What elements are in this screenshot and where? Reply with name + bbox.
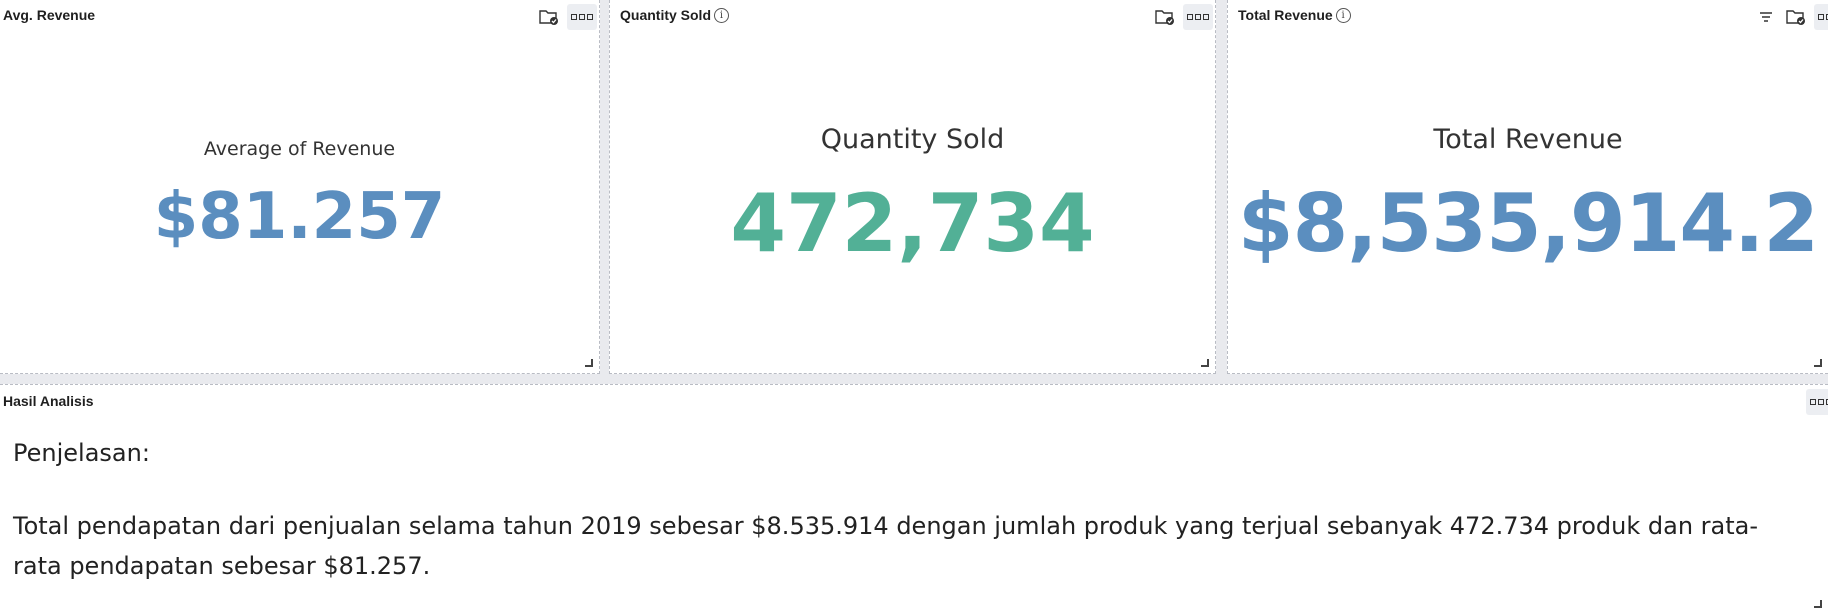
panel-header: Avg. Revenue bbox=[0, 0, 599, 30]
panel-title: Avg. Revenue bbox=[3, 7, 96, 23]
kpi-value: $81.257 bbox=[153, 180, 446, 254]
resize-handle-icon[interactable] bbox=[585, 359, 593, 367]
kpi-label: Quantity Sold bbox=[820, 124, 1005, 155]
resize-handle-icon[interactable] bbox=[1814, 359, 1822, 367]
total-revenue-panel: Total Revenue i Total Revenue $8,535,914.… bbox=[1227, 0, 1828, 374]
folder-check-icon[interactable] bbox=[1153, 6, 1177, 28]
folder-check-icon[interactable] bbox=[537, 6, 561, 28]
panel-tools bbox=[537, 4, 597, 30]
panel-header: Quantity Sold i bbox=[610, 0, 1215, 30]
analysis-heading: Penjelasan: bbox=[13, 439, 150, 467]
kpi-value: 472,734 bbox=[730, 177, 1095, 270]
kpi-label: Total Revenue bbox=[1433, 124, 1623, 155]
filter-icon[interactable] bbox=[1754, 6, 1778, 28]
panel-header: Hasil Analisis bbox=[0, 385, 1828, 415]
info-icon[interactable]: i bbox=[714, 7, 729, 23]
folder-check-icon[interactable] bbox=[1784, 6, 1808, 28]
panel-tools bbox=[1806, 389, 1828, 415]
panel-title: Hasil Analisis bbox=[3, 393, 94, 409]
more-options-button[interactable] bbox=[1814, 4, 1828, 30]
panel-header: Total Revenue i bbox=[1228, 0, 1828, 30]
more-options-button[interactable] bbox=[567, 4, 597, 30]
panel-title: Total Revenue i bbox=[1238, 7, 1351, 23]
panel-tools bbox=[1153, 4, 1213, 30]
resize-handle-icon[interactable] bbox=[1201, 359, 1209, 367]
analysis-panel: Hasil Analisis Penjelasan: Total pendapa… bbox=[0, 384, 1828, 614]
kpi-label: Average of Revenue bbox=[203, 138, 396, 160]
kpi-value: $8,535,914.2 bbox=[1237, 177, 1819, 270]
more-options-button[interactable] bbox=[1183, 4, 1213, 30]
info-icon[interactable]: i bbox=[1335, 7, 1351, 23]
panel-tools bbox=[1754, 4, 1828, 30]
panel-title: Quantity Sold i bbox=[620, 7, 729, 23]
resize-handle-icon[interactable] bbox=[1814, 600, 1822, 608]
avg-revenue-panel: Avg. Revenue Average of Revenue $81.257 bbox=[0, 0, 600, 374]
analysis-paragraph: Total pendapatan dari penjualan selama t… bbox=[13, 512, 1759, 580]
quantity-sold-panel: Quantity Sold i Quantity Sold 472,734 bbox=[609, 0, 1216, 374]
more-options-button[interactable] bbox=[1806, 389, 1828, 415]
